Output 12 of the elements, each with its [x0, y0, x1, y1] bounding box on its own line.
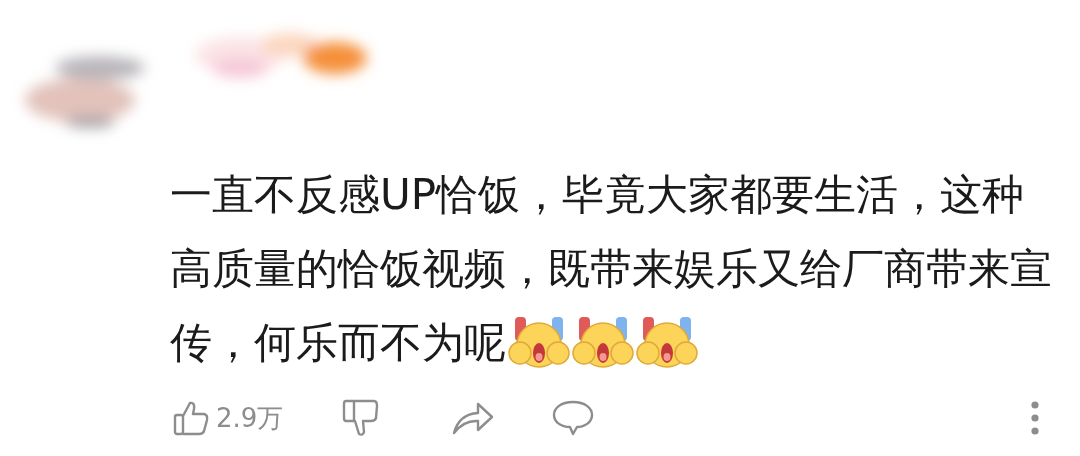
- share-icon[interactable]: [451, 400, 496, 436]
- thumbs-down-icon[interactable]: [341, 398, 380, 438]
- comment-line: 传，何乐而不为呢: [170, 317, 506, 369]
- emoji-icon: [508, 315, 570, 371]
- comment-line: 一直不反感UP恰饭，毕竟大家都要生活，这种: [170, 169, 1025, 221]
- comment-icon[interactable]: [551, 399, 596, 437]
- more-icon[interactable]: [1030, 400, 1040, 436]
- like-count: 2.9万: [216, 401, 284, 435]
- emoji-icon: [636, 315, 698, 371]
- thumbs-up-icon[interactable]: [172, 399, 210, 437]
- emoji-icon: [572, 315, 634, 371]
- comment-line: 高质量的恰饭视频，既带来娱乐又给厂商带来宣: [170, 243, 1052, 295]
